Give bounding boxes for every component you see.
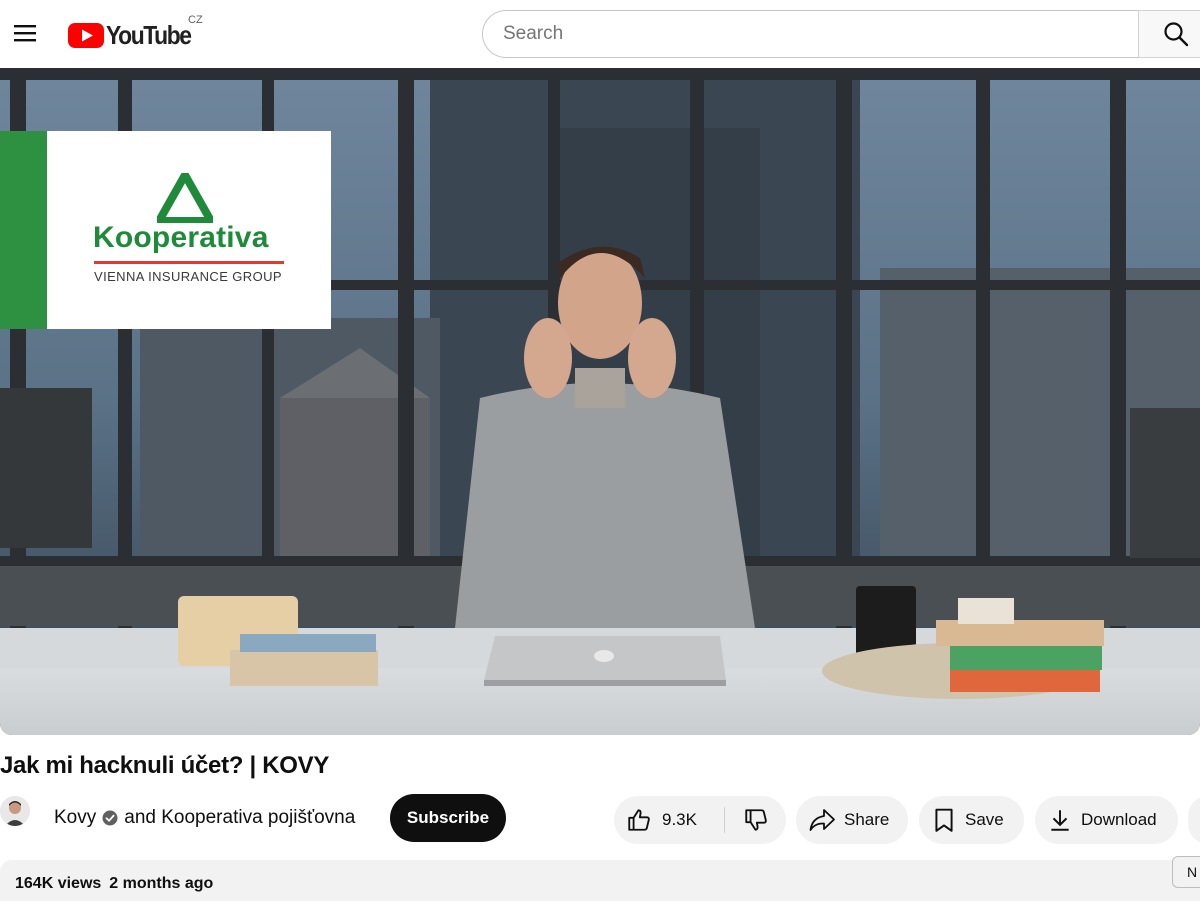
masthead: YouTube CZ <box>0 0 1200 68</box>
search-icon <box>1164 22 1189 47</box>
share-button[interactable]: Share <box>796 796 908 844</box>
youtube-home-logo[interactable]: YouTube CZ <box>68 14 203 50</box>
collaborator-name[interactable]: and Kooperativa pojišťovna <box>124 807 355 829</box>
download-button[interactable]: Download <box>1035 796 1178 844</box>
download-icon <box>1051 810 1069 831</box>
like-count: 9.3K <box>662 810 697 829</box>
share-icon <box>809 809 835 831</box>
avatar-image-icon <box>0 796 30 826</box>
download-label: Download <box>1081 810 1157 829</box>
upload-date: 2 months ago <box>109 875 214 892</box>
guide-menu-button[interactable] <box>6 14 44 52</box>
like-button[interactable]: 9.3K <box>614 796 724 844</box>
country-code: CZ <box>188 14 203 26</box>
video-title: Jak mi hacknuli účet? | KOVY <box>0 752 330 779</box>
sponsor-brand-name: Kooperativa <box>93 221 269 254</box>
search-button[interactable] <box>1138 10 1200 58</box>
like-icon <box>628 809 650 831</box>
dislike-icon <box>744 809 767 831</box>
video-player[interactable]: Kooperativa VIENNA INSURANCE GROUP <box>0 68 1200 735</box>
sponsor-tagline: VIENNA INSURANCE GROUP <box>94 269 282 284</box>
sponsor-overlay-card: Kooperativa VIENNA INSURANCE GROUP <box>0 131 331 329</box>
side-panel-chip[interactable]: N <box>1172 856 1200 888</box>
youtube-logo-icon <box>68 22 104 48</box>
logo-text: YouTube <box>106 19 192 50</box>
channel-avatar[interactable] <box>0 796 30 826</box>
description-stats: 164K views 2 months ago <box>15 875 213 893</box>
search-input[interactable] <box>483 11 1140 57</box>
menu-icon <box>14 25 36 42</box>
dislike-button[interactable] <box>725 796 786 844</box>
channel-owner: Kovy and Kooperativa pojišťovna <box>54 807 355 829</box>
save-icon <box>935 808 953 832</box>
kooperativa-emblem-icon <box>157 173 213 223</box>
search-box <box>482 10 1140 58</box>
share-label: Share <box>844 810 890 829</box>
more-actions-button[interactable] <box>1188 796 1200 844</box>
save-button[interactable]: Save <box>919 796 1024 844</box>
verified-icon <box>102 810 118 826</box>
save-label: Save <box>965 810 1004 829</box>
channel-name[interactable]: Kovy <box>54 807 96 829</box>
sponsor-red-line <box>94 261 284 264</box>
subscribe-button[interactable]: Subscribe <box>390 794 506 842</box>
like-dislike-group: 9.3K <box>614 796 786 844</box>
sponsor-green-bar <box>0 131 47 329</box>
view-count: 164K views <box>15 875 102 892</box>
